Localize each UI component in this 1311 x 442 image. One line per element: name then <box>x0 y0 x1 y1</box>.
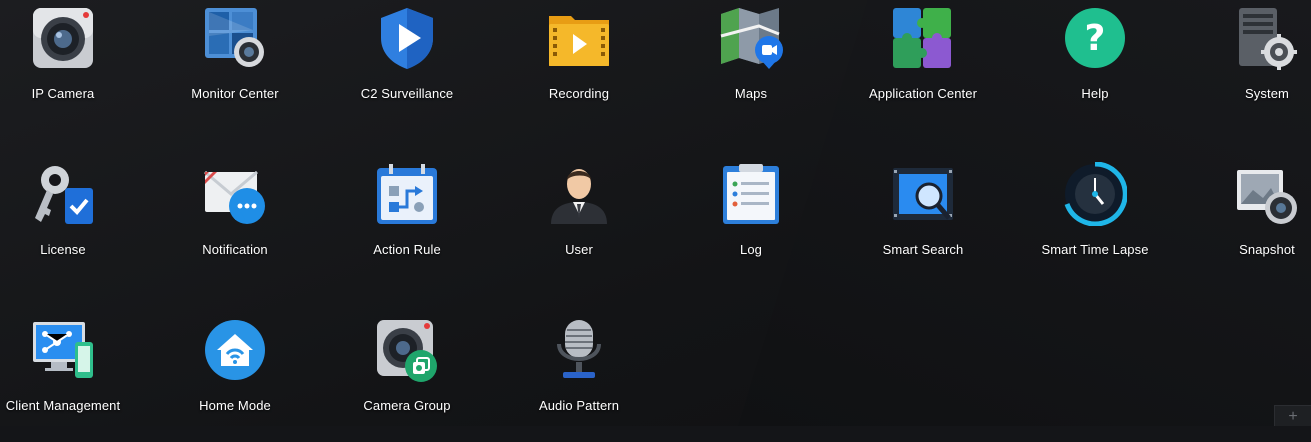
svg-text:?: ? <box>1085 18 1106 59</box>
app-label: Snapshot <box>1239 242 1295 257</box>
app-label: Client Management <box>5 398 121 413</box>
app-maps[interactable]: Maps <box>676 0 826 130</box>
app-user[interactable]: User <box>504 156 654 286</box>
app-label: Notification <box>202 242 268 257</box>
app-label: Action Rule <box>373 242 441 257</box>
app-label: Help <box>1081 86 1109 101</box>
app-smart-time-lapse[interactable]: Smart Time Lapse <box>1020 156 1170 286</box>
app-application-center[interactable]: Application Center <box>848 0 998 130</box>
app-license[interactable]: License <box>0 156 138 286</box>
app-help[interactable]: ? Help <box>1020 0 1170 130</box>
app-smart-search[interactable]: Smart Search <box>848 156 998 286</box>
app-action-rule[interactable]: Action Rule <box>332 156 482 286</box>
app-label: Audio Pattern <box>538 398 620 413</box>
app-notification[interactable]: Notification <box>160 156 310 286</box>
monitor-center-icon <box>205 8 264 67</box>
system-icon <box>1239 8 1297 70</box>
home-mode-icon <box>205 320 265 380</box>
app-label: User <box>565 242 593 257</box>
action-rule-icon <box>377 164 437 224</box>
app-label: License <box>40 242 86 257</box>
app-label: Monitor Center <box>191 86 279 101</box>
app-label: Maps <box>734 86 768 101</box>
log-icon <box>723 164 779 224</box>
maps-icon <box>720 8 783 69</box>
app-label: IP Camera <box>31 86 95 101</box>
app-label: C2 Surveillance <box>360 86 454 101</box>
c2-surveillance-icon <box>381 8 433 69</box>
app-label: Smart Search <box>882 242 964 257</box>
app-ip-camera[interactable]: IP Camera <box>0 0 138 130</box>
app-label: Camera Group <box>363 398 451 413</box>
app-recording[interactable]: Recording <box>504 0 654 130</box>
client-management-icon <box>33 322 93 378</box>
recording-icon <box>549 16 609 66</box>
notification-icon <box>204 170 265 224</box>
help-icon: ? <box>1065 8 1125 68</box>
camera-group-icon <box>377 320 437 382</box>
app-label: Smart Time Lapse <box>1041 242 1149 257</box>
app-home-mode[interactable]: Home Mode <box>160 312 310 442</box>
ip-camera-icon <box>33 8 93 68</box>
user-icon <box>551 169 607 224</box>
smart-search-icon <box>893 168 953 220</box>
license-icon <box>35 166 93 224</box>
smart-time-lapse-icon <box>1064 162 1127 226</box>
app-c2-surveillance[interactable]: C2 Surveillance <box>332 0 482 130</box>
app-camera-group[interactable]: Camera Group <box>332 312 482 442</box>
app-snapshot[interactable]: Snapshot <box>1192 156 1311 286</box>
app-label: Home Mode <box>199 398 271 413</box>
app-label: Application Center <box>868 86 978 101</box>
app-client-management[interactable]: Client Management <box>0 312 138 442</box>
application-center-icon <box>893 8 951 68</box>
app-monitor-center[interactable]: Monitor Center <box>160 0 310 130</box>
plus-icon[interactable]: + <box>1274 405 1311 426</box>
app-label: System <box>1245 86 1289 101</box>
app-log[interactable]: Log <box>676 156 826 286</box>
audio-pattern-icon <box>557 320 601 378</box>
app-label: Recording <box>548 86 610 101</box>
app-label: Log <box>740 242 762 257</box>
snapshot-icon <box>1237 170 1297 224</box>
app-system[interactable]: System <box>1192 0 1311 130</box>
app-audio-pattern[interactable]: Audio Pattern <box>504 312 654 442</box>
